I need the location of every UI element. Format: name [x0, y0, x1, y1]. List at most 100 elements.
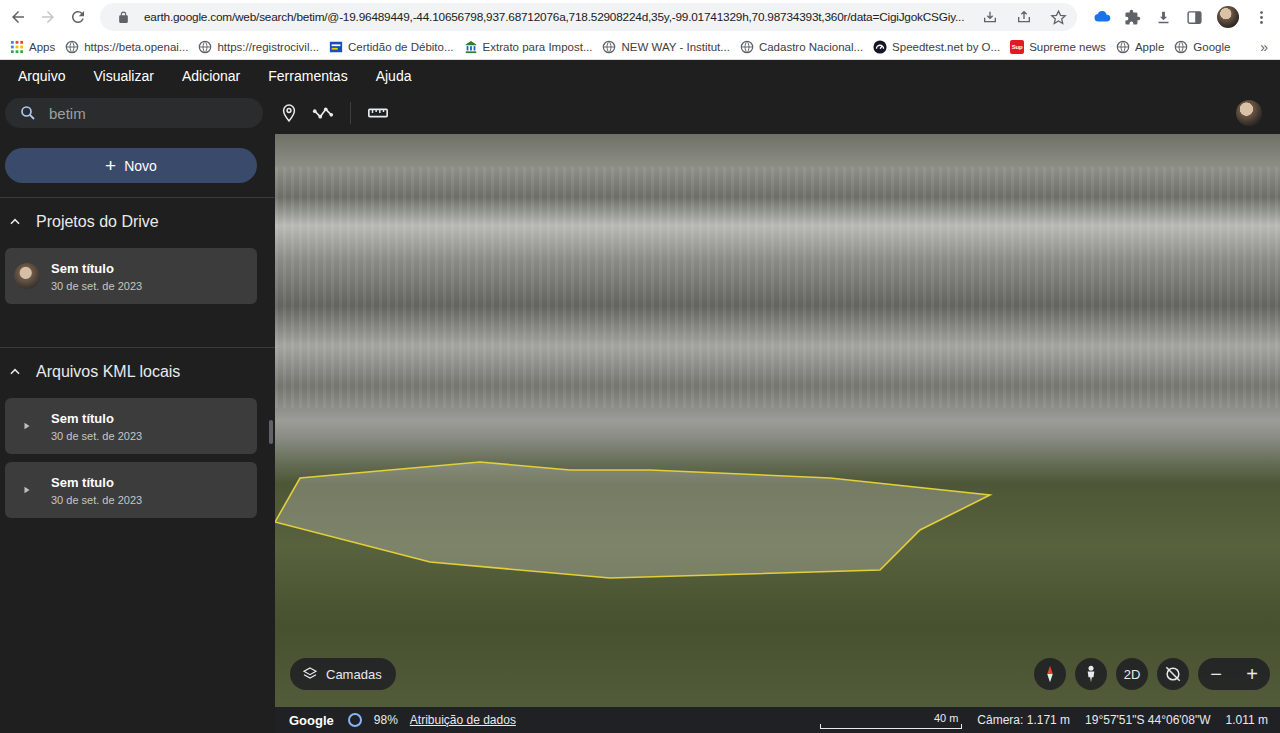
menu-item[interactable]: Visualizar	[93, 68, 153, 84]
back-arrow-icon-part[interactable]	[9, 8, 27, 26]
speedtest-favicon-icon[interactable]	[873, 40, 887, 54]
install-icon-part-part[interactable]	[985, 12, 996, 22]
rotation-lock-button[interactable]	[1157, 658, 1189, 690]
apps-grid-icon-part-part-part[interactable]	[16, 45, 19, 48]
ruler-icon-part-part[interactable]	[373, 109, 384, 113]
expand-triangle-icon-part-part[interactable]	[25, 423, 30, 430]
menu-dots-icon-part[interactable]	[1253, 9, 1270, 26]
apps-grid-icon-part-part-part[interactable]	[11, 50, 14, 53]
chevron-icon-part[interactable]	[8, 365, 22, 379]
menu-item[interactable]: Ferramentas	[268, 68, 347, 84]
apps-grid-icon-part-part-part[interactable]	[11, 45, 14, 48]
profile-avatar[interactable]	[1217, 6, 1239, 28]
section-title[interactable]: Projetos do Drive	[36, 213, 159, 231]
expand-triangle-icon-part[interactable]	[22, 421, 32, 431]
side-panel-icon-part-part[interactable]	[1188, 11, 1201, 22]
bookmark-item[interactable]: Apps	[10, 40, 55, 54]
globe-icon-part-part[interactable]	[1117, 41, 1128, 52]
globe-icon-part-part[interactable]	[604, 41, 615, 52]
supreme-favicon-icon[interactable]: Sup	[1010, 40, 1024, 54]
gov-favicon-icon-part-part[interactable]	[332, 47, 338, 49]
reload-icon-part-part[interactable]	[72, 11, 84, 23]
globe-icon[interactable]	[1174, 40, 1188, 54]
speedtest-favicon-icon-part-part[interactable]	[880, 46, 882, 49]
area-polygon[interactable]	[275, 134, 1280, 707]
section-title[interactable]: Arquivos KML locais	[36, 363, 180, 381]
chevron-icon[interactable]	[8, 365, 22, 379]
expand-triangle-icon-part-part[interactable]	[25, 487, 30, 494]
chevron-icon-part[interactable]	[8, 215, 22, 229]
bookmark-label[interactable]: NEW WAY - Institut...	[621, 41, 729, 53]
map-view[interactable]: Camadas2D−+	[275, 134, 1280, 707]
globe-icon[interactable]	[602, 40, 616, 54]
reload-button[interactable]	[64, 3, 92, 31]
bookmark-label[interactable]: Speedtest.net by O...	[892, 41, 1000, 53]
globe-icon-part[interactable]	[1174, 40, 1188, 54]
file-title[interactable]: Sem título	[51, 411, 142, 426]
path-icon-part-part[interactable]	[315, 109, 332, 116]
pin-icon-part[interactable]	[279, 103, 299, 123]
globe-icon[interactable]	[1116, 40, 1130, 54]
gov-favicon-icon-part-part[interactable]	[330, 41, 342, 52]
rotation-lock-icon-part[interactable]	[1163, 664, 1183, 684]
pegman-icon-part-part[interactable]	[1088, 672, 1095, 683]
ruler-icon-part-part[interactable]	[369, 109, 387, 116]
compass-icon-part-part[interactable]	[1047, 674, 1053, 682]
bookmark-label[interactable]: https://beta.openai...	[84, 41, 188, 53]
apps-grid-icon-part-part-part[interactable]	[16, 50, 19, 53]
globe-icon-part-part[interactable]	[67, 41, 78, 52]
bookmark-item[interactable]: Speedtest.net by O...	[873, 40, 1000, 54]
back-arrow-icon[interactable]	[9, 8, 27, 26]
pin-icon-part-part[interactable]	[287, 109, 291, 113]
path-icon-part[interactable]	[312, 102, 334, 124]
share-icon[interactable]	[1011, 5, 1037, 29]
apps-grid-icon-part-part-part[interactable]	[20, 45, 23, 48]
apps-grid-icon-part-part[interactable]	[11, 40, 14, 47]
apps-grid-icon-part-part-part[interactable]	[16, 40, 19, 43]
path-icon[interactable]	[312, 102, 334, 124]
lock-icon-part-part[interactable]	[119, 11, 128, 22]
tax-favicon-icon-part-part[interactable]	[465, 51, 476, 53]
globe-icon-part-part[interactable]	[741, 41, 752, 52]
bookmark-star-icon-part-part[interactable]	[1051, 11, 1064, 23]
globe-icon-part[interactable]	[65, 40, 79, 54]
lock-icon[interactable]	[110, 5, 136, 29]
expand-toggle[interactable]	[13, 412, 41, 440]
tax-favicon-icon-part-part[interactable]	[465, 40, 476, 44]
chevron-icon-part-part[interactable]	[11, 219, 19, 223]
globe-icon-part-part[interactable]	[1176, 41, 1187, 52]
expand-triangle-icon[interactable]	[22, 485, 32, 495]
project-thumb[interactable]	[13, 262, 41, 290]
globe-icon-part-part[interactable]	[741, 41, 752, 52]
compass-button[interactable]	[1034, 658, 1066, 690]
globe-icon-part[interactable]	[602, 40, 616, 54]
bookmark-item[interactable]: Apple	[1116, 40, 1164, 54]
bookmark-label[interactable]: Extrato para Impost...	[483, 41, 593, 53]
bookmark-item[interactable]: https://registrocivil...	[198, 40, 319, 54]
bookmark-label[interactable]: https://registrocivil...	[217, 41, 319, 53]
area-polygon-part[interactable]	[275, 134, 1280, 707]
globe-icon-part[interactable]	[740, 40, 754, 54]
side-panel-icon-part-part[interactable]	[1195, 11, 1201, 22]
area-polygon-part-part[interactable]	[275, 462, 990, 578]
sidebar-resize-handle[interactable]	[269, 420, 273, 444]
downloads-icon-part[interactable]	[1155, 9, 1172, 26]
globe-icon[interactable]	[198, 40, 212, 54]
menu-item[interactable]: Ajuda	[376, 68, 412, 84]
extensions-puzzle-icon-part-part[interactable]	[1125, 9, 1140, 24]
downloads-icon[interactable]	[1149, 3, 1178, 31]
apps-grid-icon-part-part[interactable]	[11, 50, 23, 53]
search-icon-part-part[interactable]	[22, 107, 31, 116]
bookmark-label[interactable]: Google	[1193, 41, 1230, 53]
tax-favicon-icon-part[interactable]	[464, 40, 478, 54]
zoom-in-button[interactable]: +	[1234, 658, 1270, 690]
bookmark-label[interactable]: Certidão de Débito...	[348, 41, 453, 53]
path-button[interactable]	[306, 98, 340, 128]
globe-icon-part[interactable]	[198, 40, 212, 54]
bookmark-item[interactable]: Google	[1174, 40, 1230, 54]
globe-icon-part-part[interactable]	[200, 41, 211, 52]
path-icon-part-part[interactable]	[313, 109, 317, 113]
view-toggle-button[interactable]: 2D	[1116, 658, 1148, 690]
layers-icon-part-part[interactable]	[304, 675, 316, 678]
cloud-extension-icon-part[interactable]	[1093, 8, 1111, 26]
